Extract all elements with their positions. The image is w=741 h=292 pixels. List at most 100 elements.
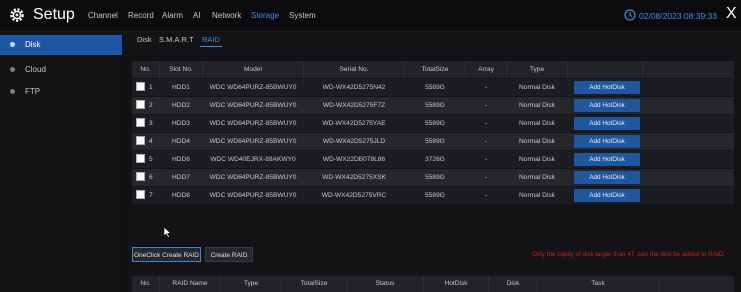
row-checkbox[interactable] (136, 172, 145, 181)
system-datetime: 02/08/2023 08:39:33 (639, 11, 717, 21)
row-number: 3 (149, 120, 153, 127)
serial-cell: WD-WX42D5275XSK (322, 174, 386, 181)
serial-cell: WD-WX42D5275JLD (322, 138, 386, 145)
slot-cell: HDD1 (172, 84, 190, 91)
slot-cell: HDD7 (172, 174, 190, 181)
type-cell: Normal Disk (519, 156, 555, 163)
col-type: Type (529, 66, 545, 73)
create-raid-button[interactable]: Create RAID (205, 247, 253, 262)
model-cell: WDC WD64PURZ-85BWUY0 (209, 138, 297, 145)
row-checkbox[interactable] (136, 154, 145, 163)
menu-alarm[interactable]: Alarm (162, 11, 183, 20)
row-number: 2 (149, 102, 153, 109)
add-hotdisk-button[interactable]: Add HotDisk (574, 153, 640, 166)
col-serial: Serial No. (339, 66, 369, 73)
bullet-icon (10, 89, 15, 94)
table-row[interactable]: 4 HDD4 WDC WD64PURZ-85BWUY0 WD-WX42D5275… (132, 133, 734, 150)
sidebar-item-cloud[interactable]: Cloud (0, 60, 122, 80)
col-model: Model (244, 66, 262, 73)
raid-capacity-notice: Only the capity of disk larger than 4T ,… (532, 251, 726, 258)
oneclick-create-raid-button[interactable]: OneClick Create RAID (132, 247, 201, 262)
serial-cell: WD-WX42D5275N42 (322, 84, 386, 91)
tab-raid[interactable]: RAID (202, 35, 220, 44)
col-status: Status (375, 280, 395, 287)
row-number: 5 (149, 156, 153, 163)
sidebar: Disk Cloud FTP (0, 32, 122, 292)
array-cell: - (484, 84, 488, 91)
size-cell: 5589G (425, 192, 445, 199)
type-cell: Normal Disk (519, 84, 555, 91)
array-cell: - (484, 174, 488, 181)
page-title: Setup (33, 6, 75, 23)
add-hotdisk-button[interactable]: Add HotDisk (574, 135, 640, 148)
menu-record[interactable]: Record (128, 11, 154, 20)
model-cell: WDC WD64PURZ-85BWUY0 (209, 174, 297, 181)
size-cell: 5589G (425, 102, 445, 109)
table-row[interactable]: 2 HDD2 WDC WD64PURZ-85BWUY0 WD-WX42D5275… (132, 97, 734, 114)
row-checkbox[interactable] (136, 136, 145, 145)
col-array: Array (478, 66, 494, 73)
type-cell: Normal Disk (519, 192, 555, 199)
row-checkbox[interactable] (136, 118, 145, 127)
slot-cell: HDD6 (172, 156, 190, 163)
menu-storage[interactable]: Storage (251, 11, 279, 20)
type-cell: Normal Disk (519, 138, 555, 145)
bullet-icon (10, 42, 15, 47)
row-checkbox[interactable] (136, 100, 145, 109)
size-cell: 5589G (425, 174, 445, 181)
array-cell: - (484, 102, 488, 109)
menu-channel[interactable]: Channel (88, 11, 118, 20)
col-hotdisk: HotDisk (444, 280, 468, 287)
type-cell: Normal Disk (519, 120, 555, 127)
disk-table-header: No. Slot No. Model Serial No. TotalSize … (132, 61, 734, 78)
column-divider (642, 61, 643, 78)
add-hotdisk-button[interactable]: Add HotDisk (574, 81, 640, 94)
model-cell: WDC WD64PURZ-85BWUY0 (209, 192, 297, 199)
array-cell: - (484, 156, 488, 163)
sidebar-item-label: Disk (25, 40, 41, 49)
col-no: No. (140, 66, 151, 73)
bullet-icon (10, 67, 15, 72)
add-hotdisk-button[interactable]: Add HotDisk (574, 171, 640, 184)
add-hotdisk-button[interactable]: Add HotDisk (574, 99, 640, 112)
serial-cell: WD-WX42D5275F7Z (322, 102, 386, 109)
col-totalsize: TotalSize (421, 66, 449, 73)
close-icon[interactable]: X (726, 6, 737, 22)
menu-network[interactable]: Network (212, 11, 241, 20)
menu-ai[interactable]: AI (193, 11, 201, 20)
table-row[interactable]: 3 HDD3 WDC WD64PURZ-85BWUY0 WD-WX42D5275… (132, 115, 734, 132)
sidebar-item-ftp[interactable]: FTP (0, 82, 122, 102)
serial-cell: WD-WX22DB078L86 (322, 156, 386, 163)
table-row[interactable]: 5 HDD6 WDC WD40EJRX-89AKWY0 WD-WX22DB078… (132, 151, 734, 168)
add-hotdisk-button[interactable]: Add HotDisk (574, 189, 640, 202)
sidebar-item-disk[interactable]: Disk (0, 35, 122, 55)
col-disk: Disk (506, 280, 520, 287)
tab-disk[interactable]: Disk (137, 35, 152, 44)
array-cell: - (484, 138, 488, 145)
type-cell: Normal Disk (519, 174, 555, 181)
table-row[interactable]: 6 HDD7 WDC WD64PURZ-85BWUY0 WD-WX42D5275… (132, 169, 734, 186)
col-slot: Slot No. (169, 66, 193, 73)
model-cell: WDC WD64PURZ-85BWUY0 (209, 120, 297, 127)
slot-cell: HDD3 (172, 120, 190, 127)
gear-icon (10, 8, 24, 22)
model-cell: WDC WD64PURZ-85BWUY0 (209, 84, 297, 91)
col-type: Type (243, 280, 259, 287)
tab-underline (200, 46, 222, 47)
row-checkbox[interactable] (136, 82, 145, 91)
col-raid-name: RAID Name (172, 280, 208, 287)
table-row[interactable]: 7 HDD8 WDC WD64PURZ-85BWUY0 WD-WX42D5275… (132, 187, 734, 204)
menu-system[interactable]: System (289, 11, 316, 20)
col-no: No. (140, 280, 151, 287)
table-row[interactable]: 1 HDD1 WDC WD64PURZ-85BWUY0 WD-WX42D5275… (132, 79, 734, 96)
slot-cell: HDD4 (172, 138, 190, 145)
tab-smart[interactable]: S.M.A.R.T (159, 35, 194, 44)
raid-table-header: No. RAID Name Type TotalSize Status HotD… (132, 276, 734, 292)
col-task: Task (591, 280, 605, 287)
size-cell: 5589G (425, 84, 445, 91)
sidebar-item-label: FTP (25, 87, 41, 96)
slot-cell: HDD2 (172, 102, 190, 109)
add-hotdisk-button[interactable]: Add HotDisk (574, 117, 640, 130)
model-cell: WDC WD40EJRX-89AKWY0 (210, 156, 296, 163)
row-checkbox[interactable] (136, 190, 145, 199)
